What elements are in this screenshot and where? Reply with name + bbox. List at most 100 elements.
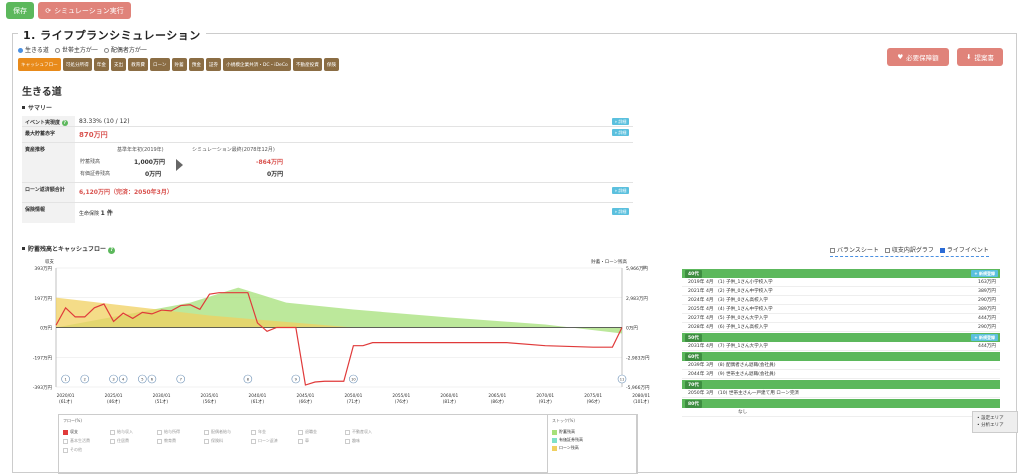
stock-legend-item[interactable]: ローン残高 xyxy=(552,445,579,451)
flow-legend-item[interactable]: 年金 xyxy=(251,429,266,435)
y-tick-right: 0万円 xyxy=(626,326,638,332)
age-group-label: 40代 xyxy=(685,269,702,278)
view-toggle[interactable]: バランスシート xyxy=(830,245,879,254)
radio-icon[interactable] xyxy=(54,48,60,53)
flow-legend-item[interactable]: 配偶者給与 xyxy=(204,429,231,435)
life-event-row[interactable]: 2039年 3月 (8) 配偶者さん退職(会社員) xyxy=(682,361,1000,370)
tab[interactable]: 証券 xyxy=(205,58,222,71)
age-group-header: 50代 + 新規登録 xyxy=(682,333,1000,342)
life-event-row[interactable]: 2028年 4月 (6) 子供_1さん高校入学 290万円 xyxy=(682,323,1000,332)
flow-legend-item[interactable]: 給与収入 xyxy=(110,429,133,435)
view-toggle[interactable]: ライフイベント xyxy=(939,245,989,254)
tab[interactable]: 教育費 xyxy=(128,58,148,71)
legend-swatch xyxy=(157,438,162,444)
life-event-row[interactable]: 2031年 4月 (7) 子供_1さん大学入学 444万円 xyxy=(682,342,1000,351)
view-toggle-label: ライフイベント xyxy=(946,247,989,254)
flow-legend-item[interactable]: 基本生活費 xyxy=(63,438,90,444)
life-event-row[interactable]: 2019年 4月 (1) 子供_1さん小学校入学 163万円 xyxy=(682,278,1000,287)
checkbox-icon[interactable] xyxy=(939,248,945,253)
life-event-row[interactable]: 2021年 4月 (2) 子供_0さん中学校入学 389万円 xyxy=(682,287,1000,296)
flow-legend-item[interactable]: 不動産収入 xyxy=(345,429,372,435)
event-title: (6) 子供_1さん高校入学 xyxy=(718,325,768,330)
age-group-label: 60代 xyxy=(685,352,702,361)
proposal-button[interactable]: ⬇ 提案書 xyxy=(957,48,1003,66)
stock-legend-item[interactable]: 貯蓄残高 xyxy=(552,429,575,435)
x-tick-label: 2040/01 xyxy=(249,393,267,399)
tab[interactable]: 保険 xyxy=(323,58,340,71)
flow-legend-item[interactable]: 車 xyxy=(298,438,309,444)
add-event-button[interactable]: + 新規登録 xyxy=(971,270,998,277)
life-event-row[interactable]: 2025年 4月 (4) 子供_1さん中学校入学 389万円 xyxy=(682,305,1000,314)
life-event-row[interactable]: 2044年 3月 (9) 世帯主さん退職(会社員) xyxy=(682,370,1000,379)
insurance-detail-button[interactable]: » 詳細 xyxy=(612,208,629,215)
x-tick-age: (96才) xyxy=(587,398,600,405)
life-event-row[interactable]: 2027年 4月 (5) 子供_0さん大学入学 444万円 xyxy=(682,314,1000,323)
person-option[interactable]: 配偶者方が一 xyxy=(103,45,147,54)
x-tick-age: (56才) xyxy=(203,398,216,405)
tab[interactable]: 支出 xyxy=(110,58,127,71)
life-event-row[interactable]: なし xyxy=(682,408,1000,417)
checkbox-icon[interactable] xyxy=(830,248,835,253)
help-icon[interactable]: ? xyxy=(108,247,116,254)
x-tick-age: (61才) xyxy=(251,398,264,405)
x-tick-label: 2070/01 xyxy=(536,393,554,399)
legend-swatch xyxy=(63,429,68,435)
section-title: 1. ライフプランシミュレーション xyxy=(18,27,206,43)
stock-legend-item[interactable]: 有価証券残高 xyxy=(552,437,583,443)
life-event-row[interactable]: 2050年 3月 (10) 世帯主さん一戸建て用 ローン完済 xyxy=(682,389,1000,398)
tab[interactable]: 貯蓄 xyxy=(171,58,187,71)
flow-legend-item[interactable]: 趣味 xyxy=(345,438,360,444)
event-marker-label: 7 xyxy=(180,378,182,382)
person-option[interactable]: 世帯主方が一 xyxy=(54,45,98,54)
event-title: なし xyxy=(738,410,748,415)
proposal-label: 提案書 xyxy=(974,54,994,62)
life-event-row[interactable]: 2024年 4月 (3) 子供_0さん高校入学 290万円 xyxy=(682,296,1000,305)
tab[interactable]: 預金 xyxy=(188,58,204,71)
event-amount: 290万円 xyxy=(978,298,996,303)
max-deposit-row: 最大貯蓄赤字 870万円 » 詳細 xyxy=(22,127,633,143)
flow-legend-item[interactable]: ローン返済 xyxy=(251,438,278,444)
flow-legend-item[interactable]: 住居費 xyxy=(110,438,129,444)
popup-item[interactable]: • 分析エリア xyxy=(977,422,1013,429)
save-button[interactable]: 保存 xyxy=(6,2,34,19)
y-tick-right: -2,983万円 xyxy=(626,355,650,361)
simulate-button[interactable]: ⟳ シミュレーション実行 xyxy=(38,2,131,19)
checkbox-icon[interactable] xyxy=(884,248,890,253)
event-amount: 444万円 xyxy=(978,344,996,349)
x-tick-age: (71才) xyxy=(347,398,360,405)
tab[interactable]: キャッシュフロー xyxy=(18,58,61,71)
tab[interactable]: ローン xyxy=(149,58,170,71)
flow-legend-item[interactable]: 収支 xyxy=(63,429,78,435)
tab[interactable]: 可処分所得 xyxy=(62,58,92,71)
view-toggle[interactable]: 収支内訳グラフ xyxy=(884,245,934,254)
loan-detail-button[interactable]: » 詳細 xyxy=(612,187,629,194)
flow-legend-item[interactable]: 教育費 xyxy=(157,438,176,444)
help-icon[interactable]: ? xyxy=(61,120,68,126)
person-option[interactable]: 生きる道 xyxy=(18,45,49,54)
flow-legend-item[interactable]: 保険料 xyxy=(204,438,223,444)
flow-legend-item[interactable]: その他 xyxy=(63,447,82,453)
flow-legend-item[interactable]: 退職金 xyxy=(298,429,317,435)
event-detail-button[interactable]: » 詳細 xyxy=(612,118,629,125)
event-year: 2031年 xyxy=(688,344,705,349)
flow-legend-label: 配偶者給与 xyxy=(211,429,231,434)
radio-icon[interactable] xyxy=(103,48,109,53)
loan-value: 6,120万円（完済：2050年3月） xyxy=(79,189,173,196)
popup-item[interactable]: • 設定エリア xyxy=(977,415,1013,422)
asset-end-label: シミュレーション最終(2078年12月) xyxy=(192,147,275,153)
event-month: 3月 xyxy=(706,363,714,368)
tab[interactable]: 小規模企業共済・DC・iDeCo xyxy=(223,58,291,71)
x-tick-label: 2055/01 xyxy=(392,393,410,399)
event-year: 2027年 xyxy=(688,316,705,321)
add-event-button[interactable]: + 新規登録 xyxy=(971,334,998,341)
tab[interactable]: 不動産投資 xyxy=(292,58,322,71)
flow-legend-item[interactable]: 給与所得 xyxy=(157,429,180,435)
stock-legend-label: 有価証券残高 xyxy=(559,437,583,442)
flow-legend-label: 収支 xyxy=(70,429,78,434)
radio-icon[interactable] xyxy=(18,48,23,53)
event-year: 2024年 xyxy=(688,298,705,303)
event-marker-label: 2 xyxy=(84,378,86,382)
max-deposit-detail-button[interactable]: » 詳細 xyxy=(612,129,629,136)
tab[interactable]: 年金 xyxy=(93,58,109,71)
insurance-button[interactable]: ♥ 必要保障額 xyxy=(887,48,949,66)
